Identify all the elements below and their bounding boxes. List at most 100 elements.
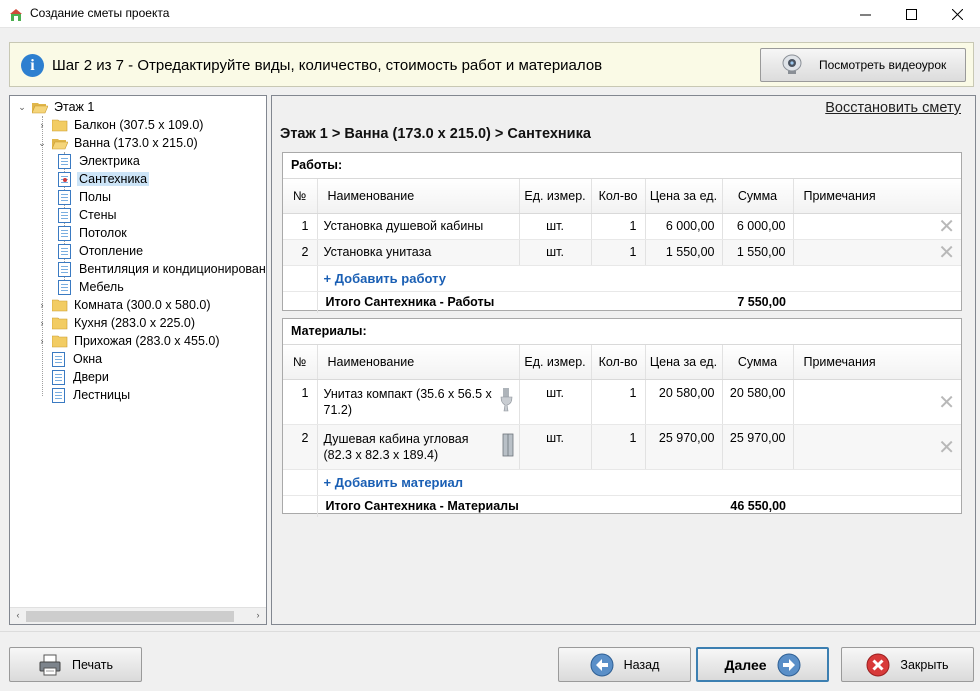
row-name[interactable]: Установка душевой кабины	[317, 213, 520, 240]
row-notes[interactable]: ✕	[793, 213, 961, 240]
tree-item[interactable]: › Прихожая (283.0 x 455.0)	[36, 332, 221, 350]
tree-item[interactable]: ⌄ Ванна (173.0 x 215.0)	[36, 134, 200, 152]
tree-item[interactable]: › Комната (300.0 x 580.0)	[36, 296, 213, 314]
expand-icon[interactable]: ›	[36, 318, 48, 328]
next-button[interactable]: Далее	[696, 647, 829, 682]
arrow-right-icon	[777, 653, 801, 676]
row-price[interactable]: 25 970,00	[645, 424, 723, 470]
row-qty[interactable]: 1	[591, 379, 646, 425]
col-notes[interactable]: Примечания	[793, 179, 961, 214]
tree-item[interactable]: Сантехника	[58, 170, 150, 188]
tree-item[interactable]: › Кухня (283.0 x 225.0)	[36, 314, 197, 332]
row-notes[interactable]: ✕	[793, 424, 961, 470]
col-unit[interactable]: Ед. измер.	[519, 345, 592, 380]
document-icon	[58, 207, 71, 223]
col-sum[interactable]: Сумма	[722, 179, 794, 214]
tree-item[interactable]: Вентиляция и кондиционирование	[58, 260, 266, 278]
row-notes[interactable]: ✕	[793, 379, 961, 425]
works-table: № Наименование Ед. измер. Кол-во Цена за…	[283, 179, 961, 313]
row-notes[interactable]: ✕	[793, 239, 961, 266]
row-name-cell[interactable]: Унитаз компакт (35.6 x 56.5 x 71.2)	[317, 379, 520, 425]
expand-icon[interactable]: ›	[36, 336, 48, 346]
tree-item-label: Прихожая (283.0 x 455.0)	[74, 334, 220, 348]
tree-item[interactable]: Окна	[36, 350, 104, 368]
col-unit[interactable]: Ед. измер.	[519, 179, 592, 214]
scrollbar-thumb[interactable]	[26, 611, 234, 622]
expand-icon[interactable]: ›	[36, 120, 48, 130]
row-price[interactable]: 1 550,00	[645, 239, 723, 266]
tree-item[interactable]: Отопление	[58, 242, 145, 260]
delete-row-icon[interactable]: ✕	[938, 390, 955, 415]
close-window-button[interactable]	[934, 0, 980, 28]
delete-row-icon[interactable]: ✕	[938, 214, 955, 239]
tree-item-label: Комната (300.0 x 580.0)	[74, 298, 211, 312]
arrow-left-icon	[590, 653, 614, 676]
table-row[interactable]: 1 Унитаз компакт (35.6 x 56.5 x 71.2) шт…	[283, 379, 961, 425]
tree-item-label: Полы	[79, 190, 111, 204]
scroll-right-icon[interactable]: ›	[251, 610, 265, 623]
room-tree[interactable]: ⌄ Этаж 1 › Балкон (307.5 x 109.0) ⌄ Ванна (17…	[9, 95, 267, 625]
delete-row-icon[interactable]: ✕	[938, 435, 955, 460]
tree-item[interactable]: Мебель	[58, 278, 126, 296]
back-button[interactable]: Назад	[558, 647, 691, 682]
col-number[interactable]: №	[283, 345, 318, 380]
collapse-icon[interactable]: ⌄	[16, 102, 28, 113]
row-unit[interactable]: шт.	[519, 239, 592, 266]
tree-item[interactable]: Электрика	[58, 152, 142, 170]
tree-item[interactable]: Двери	[36, 368, 111, 386]
restore-estimate-link[interactable]: Восстановить смету	[825, 100, 961, 116]
table-row[interactable]: 2 Душевая кабина угловая (82.3 x 82.3 x …	[283, 424, 961, 470]
row-name[interactable]: Установка унитаза	[317, 239, 520, 266]
close-button[interactable]: Закрыть	[841, 647, 974, 682]
col-price[interactable]: Цена за ед.	[645, 179, 723, 214]
tree-item[interactable]: Потолок	[58, 224, 129, 242]
tree-item[interactable]: ⌄ Этаж 1	[16, 98, 96, 116]
col-number[interactable]: №	[283, 179, 318, 214]
maximize-button[interactable]	[888, 0, 934, 28]
minimize-icon	[859, 14, 871, 15]
bottom-bar: Печать Назад Далее Закрыть	[0, 631, 980, 691]
works-header-row: № Наименование Ед. измер. Кол-во Цена за…	[283, 179, 961, 214]
add-work-link[interactable]: + Добавить работу	[324, 271, 447, 286]
tree-item[interactable]: Стены	[58, 206, 118, 224]
row-unit[interactable]: шт.	[519, 379, 592, 425]
add-work-cell: + Добавить работу	[317, 265, 961, 292]
row-qty[interactable]: 1	[591, 213, 646, 240]
col-price[interactable]: Цена за ед.	[645, 345, 723, 380]
empty-cell	[793, 291, 961, 313]
tree-item[interactable]: › Балкон (307.5 x 109.0)	[36, 116, 205, 134]
watch-video-button[interactable]: Посмотреть видеоурок	[760, 48, 966, 82]
folder-icon	[52, 335, 68, 347]
col-notes[interactable]: Примечания	[793, 345, 961, 380]
tree-item[interactable]: Полы	[58, 188, 113, 206]
delete-row-icon[interactable]: ✕	[938, 240, 955, 265]
toilet-icon	[500, 387, 512, 411]
row-qty[interactable]: 1	[591, 424, 646, 470]
row-name-cell[interactable]: Душевая кабина угловая (82.3 x 82.3 x 18…	[317, 424, 520, 470]
scroll-left-icon[interactable]: ‹	[11, 610, 25, 623]
row-unit[interactable]: шт.	[519, 424, 592, 470]
webcam-icon	[782, 54, 802, 74]
table-row[interactable]: 2 Установка унитаза шт. 1 1 550,00 1 550…	[283, 239, 961, 266]
collapse-icon[interactable]: ⌄	[36, 138, 48, 149]
tree-horizontal-scrollbar[interactable]: ‹ ›	[10, 607, 266, 624]
print-button[interactable]: Печать	[9, 647, 142, 682]
expand-icon[interactable]: ›	[36, 300, 48, 310]
row-price[interactable]: 6 000,00	[645, 213, 723, 240]
tree-item[interactable]: Лестницы	[36, 386, 132, 404]
table-row[interactable]: 1 Установка душевой кабины шт. 1 6 000,0…	[283, 213, 961, 240]
main-frame: i Шаг 2 из 7 - Отредактируйте виды, коли…	[0, 28, 980, 631]
col-qty[interactable]: Кол-во	[591, 179, 646, 214]
tree-item-label: Стены	[79, 208, 117, 222]
works-title: Работы:	[283, 153, 961, 179]
col-qty[interactable]: Кол-во	[591, 345, 646, 380]
col-name[interactable]: Наименование	[317, 345, 520, 380]
row-qty[interactable]: 1	[591, 239, 646, 266]
add-material-link[interactable]: + Добавить материал	[324, 475, 463, 490]
col-name[interactable]: Наименование	[317, 179, 520, 214]
row-unit[interactable]: шт.	[519, 213, 592, 240]
col-sum[interactable]: Сумма	[722, 345, 794, 380]
row-price[interactable]: 20 580,00	[645, 379, 723, 425]
minimize-button[interactable]	[842, 0, 888, 28]
row-sum: 20 580,00	[722, 379, 794, 425]
